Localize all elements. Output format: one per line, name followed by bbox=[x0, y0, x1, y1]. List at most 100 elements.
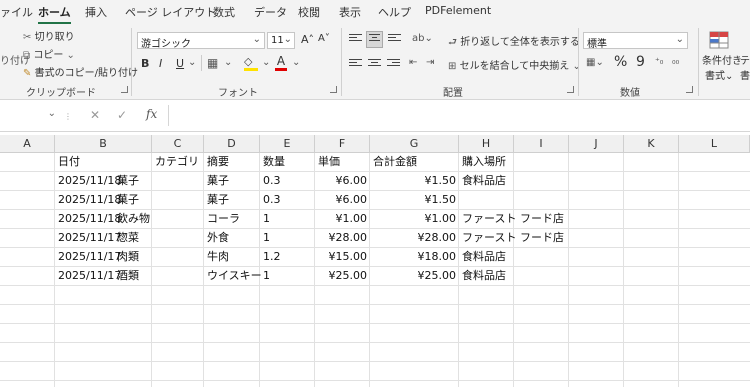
cell-category[interactable]: 菓子 bbox=[117, 172, 139, 190]
tab-data[interactable]: データ bbox=[254, 4, 287, 20]
align-middle-icon[interactable] bbox=[366, 31, 383, 48]
align-right-icon[interactable] bbox=[387, 59, 400, 70]
cell-unit-price[interactable]: ¥6.00 bbox=[315, 172, 368, 190]
cell-category[interactable]: 菓子 bbox=[117, 191, 139, 209]
cell-summary[interactable]: 菓子 bbox=[207, 191, 229, 209]
cell-date[interactable]: 2025/11/17 bbox=[58, 267, 121, 285]
cell-summary[interactable]: ウイスキー bbox=[207, 267, 262, 285]
column-header-j[interactable]: J bbox=[569, 135, 624, 153]
format-painter-button[interactable]: ✎ 書式のコピー/貼り付け bbox=[23, 64, 138, 79]
percent-button[interactable]: % bbox=[614, 54, 627, 70]
column-header-k[interactable]: K bbox=[624, 135, 679, 153]
column-header-a[interactable]: A bbox=[0, 135, 55, 153]
cell-date[interactable]: 2025/11/18 bbox=[58, 172, 121, 190]
cell-date[interactable]: 2025/11/17 bbox=[58, 248, 121, 266]
cell-unit-price[interactable]: ¥28.00 bbox=[315, 229, 368, 247]
decrease-decimal-icon[interactable]: ₀₀ bbox=[672, 57, 679, 67]
cell-place[interactable]: 食料品店 bbox=[462, 172, 506, 190]
header-cell-total[interactable]: 合計金額 bbox=[373, 153, 417, 171]
cell-unit-price[interactable]: ¥1.00 bbox=[315, 210, 368, 228]
cell-unit-price[interactable]: ¥15.00 bbox=[315, 248, 368, 266]
chevron-down-icon[interactable]: ⌄ bbox=[224, 57, 232, 68]
cell-place[interactable]: 食料品店 bbox=[462, 248, 506, 266]
tab-formulas[interactable]: 数式 bbox=[213, 4, 235, 20]
cell-total[interactable]: ¥1.00 bbox=[370, 210, 457, 228]
header-cell-category[interactable]: カテゴリ bbox=[155, 153, 199, 171]
cell-summary[interactable]: 菓子 bbox=[207, 172, 229, 190]
increase-decimal-icon[interactable]: ⁺₀ bbox=[655, 57, 663, 67]
cell-category[interactable]: 肉類 bbox=[117, 248, 139, 266]
header-cell-unit-price[interactable]: 単価 bbox=[318, 153, 340, 171]
cell-unit-price[interactable]: ¥6.00 bbox=[315, 191, 368, 209]
font-launcher-icon[interactable] bbox=[330, 86, 337, 93]
wrap-text-button[interactable]: ⮐ 折り返して全体を表示する bbox=[448, 33, 580, 52]
header-cell-quantity[interactable]: 数量 bbox=[263, 153, 285, 171]
font-name-select[interactable]: 游ゴシック ⌄ bbox=[137, 32, 265, 50]
underline-button[interactable]: U bbox=[176, 57, 184, 70]
tab-help[interactable]: ヘルプ bbox=[378, 4, 411, 20]
cell-quantity[interactable]: 0.3 bbox=[263, 172, 281, 190]
tab-home[interactable]: ホーム bbox=[38, 4, 71, 24]
spreadsheet-grid[interactable]: A B C D E F G H I J K L 日付 カテゴリ 摘要 数量 単価… bbox=[0, 135, 750, 387]
conditional-formatting-icon[interactable] bbox=[709, 30, 729, 50]
tab-file[interactable]: ァイル bbox=[0, 4, 33, 20]
column-header-l[interactable]: L bbox=[679, 135, 750, 153]
decrease-indent-icon[interactable]: ⇤ bbox=[409, 57, 417, 68]
tab-insert[interactable]: 挿入 bbox=[85, 4, 107, 20]
cell-summary[interactable]: 外食 bbox=[207, 229, 229, 247]
paste-button[interactable]: り付け bbox=[0, 52, 30, 67]
borders-icon[interactable]: ▦ bbox=[207, 56, 218, 70]
header-cell-place[interactable]: 購入場所 bbox=[462, 153, 506, 171]
chevron-down-icon[interactable]: ⌄ bbox=[292, 57, 300, 68]
insert-function-button[interactable]: fx bbox=[146, 107, 157, 121]
cell-date[interactable]: 2025/11/17 bbox=[58, 229, 121, 247]
cell-summary[interactable]: コーラ bbox=[207, 210, 240, 228]
cell-quantity[interactable]: 1 bbox=[263, 267, 270, 285]
clipboard-launcher-icon[interactable] bbox=[121, 86, 128, 93]
chevron-down-icon[interactable]: ⌄ bbox=[262, 57, 270, 68]
cell-summary[interactable]: 牛肉 bbox=[207, 248, 229, 266]
currency-icon[interactable]: ▦⌄ bbox=[586, 57, 604, 68]
column-header-d[interactable]: D bbox=[204, 135, 260, 153]
tab-review[interactable]: 校閲 bbox=[298, 4, 320, 20]
copy-button[interactable]: ⧉ コピー ⌄ bbox=[23, 46, 75, 61]
increase-font-size-button[interactable]: A˄ bbox=[301, 33, 314, 46]
merge-center-button[interactable]: ⊞ セルを結合して中央揃え ⌄ bbox=[448, 57, 581, 72]
cell-place[interactable]: 食料品店 bbox=[462, 267, 506, 285]
tab-page-layout[interactable]: ページ レイアウト bbox=[125, 4, 216, 20]
alignment-launcher-icon[interactable] bbox=[567, 86, 574, 93]
align-left-icon[interactable] bbox=[349, 59, 362, 70]
column-header-c[interactable]: C bbox=[152, 135, 204, 153]
cell-quantity[interactable]: 0.3 bbox=[263, 191, 281, 209]
cell-category[interactable]: 飲み物 bbox=[117, 210, 150, 228]
column-header-h[interactable]: H bbox=[459, 135, 514, 153]
cell-date[interactable]: 2025/11/18 bbox=[58, 191, 121, 209]
cell-category[interactable]: 惣菜 bbox=[117, 229, 139, 247]
font-color-button[interactable]: A bbox=[275, 54, 287, 71]
cell-quantity[interactable]: 1 bbox=[263, 229, 270, 247]
header-cell-date[interactable]: 日付 bbox=[58, 153, 80, 171]
name-box[interactable]: ⌄ bbox=[0, 105, 60, 126]
column-header-e[interactable]: E bbox=[260, 135, 315, 153]
cell-total[interactable]: ¥28.00 bbox=[370, 229, 457, 247]
cell-quantity[interactable]: 1 bbox=[263, 210, 270, 228]
cell-unit-price[interactable]: ¥25.00 bbox=[315, 267, 368, 285]
cell-place[interactable]: ファースト フード店 bbox=[462, 229, 564, 247]
cut-button[interactable]: ✂ 切り取り bbox=[23, 28, 75, 43]
cell-total[interactable]: ¥18.00 bbox=[370, 248, 457, 266]
formula-input[interactable] bbox=[168, 105, 750, 126]
fill-color-button[interactable]: ◇ bbox=[244, 55, 258, 71]
tab-pdfelement[interactable]: PDFelement bbox=[425, 4, 491, 17]
chevron-down-icon[interactable]: ⌄ bbox=[188, 57, 196, 68]
cell-total[interactable]: ¥25.00 bbox=[370, 267, 457, 285]
align-center-icon[interactable] bbox=[368, 59, 381, 70]
cell-date[interactable]: 2025/11/18 bbox=[58, 210, 121, 228]
more-options-icon[interactable]: ⋮ bbox=[64, 112, 72, 121]
column-header-i[interactable]: I bbox=[514, 135, 569, 153]
align-bottom-icon[interactable] bbox=[388, 34, 401, 45]
bold-button[interactable]: B bbox=[141, 57, 149, 70]
cell-total[interactable]: ¥1.50 bbox=[370, 172, 457, 190]
align-top-icon[interactable] bbox=[349, 34, 362, 45]
cell-quantity[interactable]: 1.2 bbox=[263, 248, 281, 266]
column-header-f[interactable]: F bbox=[315, 135, 370, 153]
